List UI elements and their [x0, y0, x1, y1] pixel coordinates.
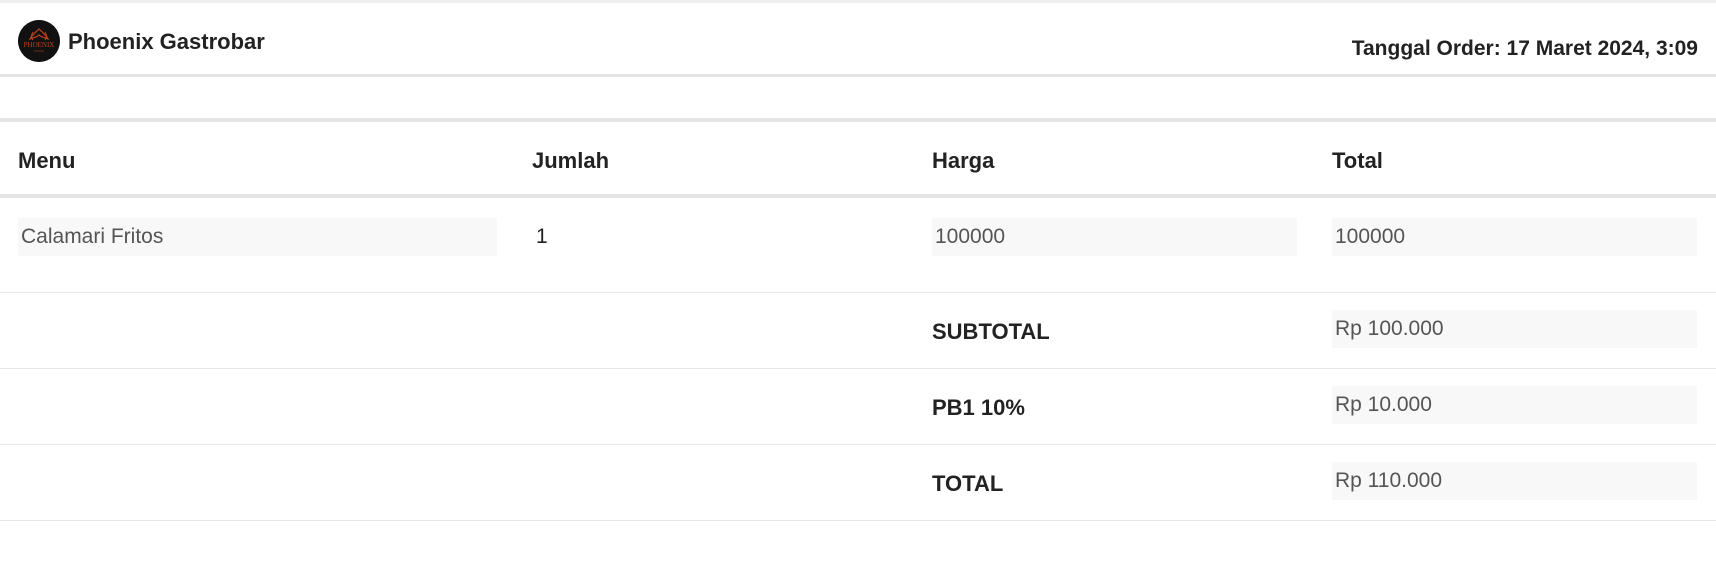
brand-logo: PHOENIX — [18, 20, 60, 62]
quantity-value: 1 — [536, 225, 548, 248]
order-table: Menu Jumlah Harga Total Calamari Fritos … — [0, 122, 1716, 521]
brand-name: Phoenix Gastrobar — [68, 29, 265, 54]
column-header-menu: Menu — [18, 148, 76, 173]
svg-text:PHOENIX: PHOENIX — [24, 41, 55, 49]
price-field[interactable]: 100000 — [932, 218, 1297, 256]
menu-field[interactable]: Calamari Fritos — [18, 218, 497, 256]
subtotal-row: SUBTOTAL Rp 100.000 — [0, 293, 1716, 369]
phoenix-logo-icon: PHOENIX — [18, 20, 60, 62]
tax-label: PB1 10% — [932, 395, 1025, 420]
table-row: Calamari Fritos 1 100000 100000 — [0, 198, 1716, 293]
column-header-quantity: Jumlah — [532, 148, 610, 173]
page-header: PHOENIX Phoenix Gastrobar Tanggal Order:… — [0, 3, 1716, 77]
grand-total-row: TOTAL Rp 110.000 — [0, 445, 1716, 521]
tax-row: PB1 10% Rp 10.000 — [0, 369, 1716, 445]
column-header-total: Total — [1332, 148, 1383, 173]
grand-total-field[interactable]: Rp 110.000 — [1332, 462, 1697, 500]
table-header: Menu Jumlah Harga Total — [0, 122, 1716, 198]
order-date: Tanggal Order: 17 Maret 2024, 3:09 — [1351, 37, 1698, 60]
grand-total-label: TOTAL — [932, 471, 1004, 496]
tax-field[interactable]: Rp 10.000 — [1332, 386, 1697, 424]
subtotal-label: SUBTOTAL — [932, 319, 1050, 344]
subtotal-field[interactable]: Rp 100.000 — [1332, 310, 1697, 348]
line-total-field[interactable]: 100000 — [1332, 218, 1697, 256]
column-header-price: Harga — [932, 148, 995, 173]
